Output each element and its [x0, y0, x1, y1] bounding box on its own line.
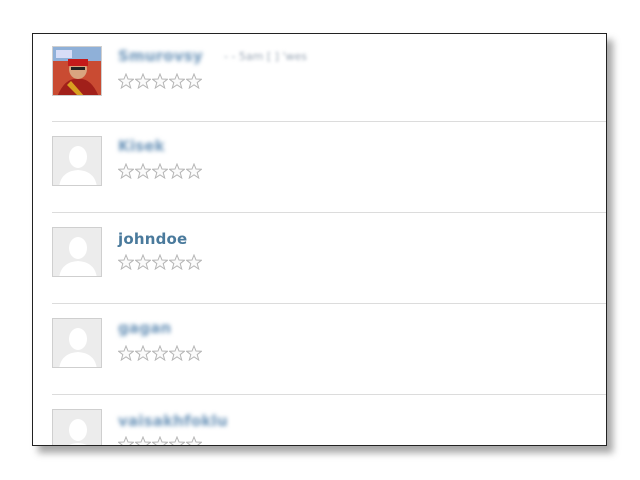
- star-icon[interactable]: [135, 163, 151, 179]
- star-icon[interactable]: [118, 254, 134, 270]
- user-avatar-default[interactable]: [52, 136, 102, 186]
- star-icon[interactable]: [118, 163, 134, 179]
- user-list-item[interactable]: Kisek: [52, 121, 606, 212]
- username-link[interactable]: Smurovsy: [118, 47, 203, 65]
- photo-avatar-icon: [53, 47, 101, 95]
- star-icon[interactable]: [152, 254, 168, 270]
- user-list-item[interactable]: vaisakhfoklu: [52, 394, 606, 446]
- star-icon[interactable]: [135, 436, 151, 446]
- star-icon[interactable]: [118, 73, 134, 89]
- user-list-window: Smurovsy - - 5am [ ] 'wes Kisek johndoe …: [32, 33, 607, 446]
- user-avatar-default[interactable]: [52, 409, 102, 445]
- username-link[interactable]: johndoe: [118, 230, 187, 248]
- user-avatar-photo[interactable]: [52, 46, 102, 96]
- star-icon[interactable]: [135, 345, 151, 361]
- rating-stars[interactable]: [118, 73, 202, 89]
- rating-stars[interactable]: [118, 345, 202, 361]
- star-icon[interactable]: [186, 345, 202, 361]
- username-link[interactable]: Kisek: [118, 137, 165, 155]
- user-list-item[interactable]: Smurovsy - - 5am [ ] 'wes: [52, 34, 606, 124]
- star-icon[interactable]: [118, 436, 134, 446]
- user-subtext: - - 5am [ ] 'wes: [224, 50, 307, 63]
- star-icon[interactable]: [152, 163, 168, 179]
- default-avatar-icon: [53, 319, 101, 367]
- star-icon[interactable]: [135, 73, 151, 89]
- rating-stars[interactable]: [118, 163, 202, 179]
- star-icon[interactable]: [169, 345, 185, 361]
- star-icon[interactable]: [186, 436, 202, 446]
- username-link[interactable]: vaisakhfoklu: [118, 412, 228, 430]
- star-icon[interactable]: [152, 345, 168, 361]
- user-list-item[interactable]: gagan: [52, 303, 606, 394]
- star-icon[interactable]: [186, 73, 202, 89]
- default-avatar-icon: [53, 410, 101, 445]
- star-icon[interactable]: [152, 73, 168, 89]
- user-list-item[interactable]: johndoe: [52, 212, 606, 303]
- star-icon[interactable]: [169, 436, 185, 446]
- default-avatar-icon: [53, 137, 101, 185]
- rating-stars[interactable]: [118, 436, 202, 446]
- star-icon[interactable]: [135, 254, 151, 270]
- user-avatar-default[interactable]: [52, 318, 102, 368]
- username-link[interactable]: gagan: [118, 319, 171, 337]
- star-icon[interactable]: [186, 163, 202, 179]
- rating-stars[interactable]: [118, 254, 202, 270]
- user-avatar-default[interactable]: [52, 227, 102, 277]
- star-icon[interactable]: [152, 436, 168, 446]
- star-icon[interactable]: [169, 254, 185, 270]
- star-icon[interactable]: [118, 345, 134, 361]
- star-icon[interactable]: [169, 163, 185, 179]
- star-icon[interactable]: [186, 254, 202, 270]
- default-avatar-icon: [53, 228, 101, 276]
- star-icon[interactable]: [169, 73, 185, 89]
